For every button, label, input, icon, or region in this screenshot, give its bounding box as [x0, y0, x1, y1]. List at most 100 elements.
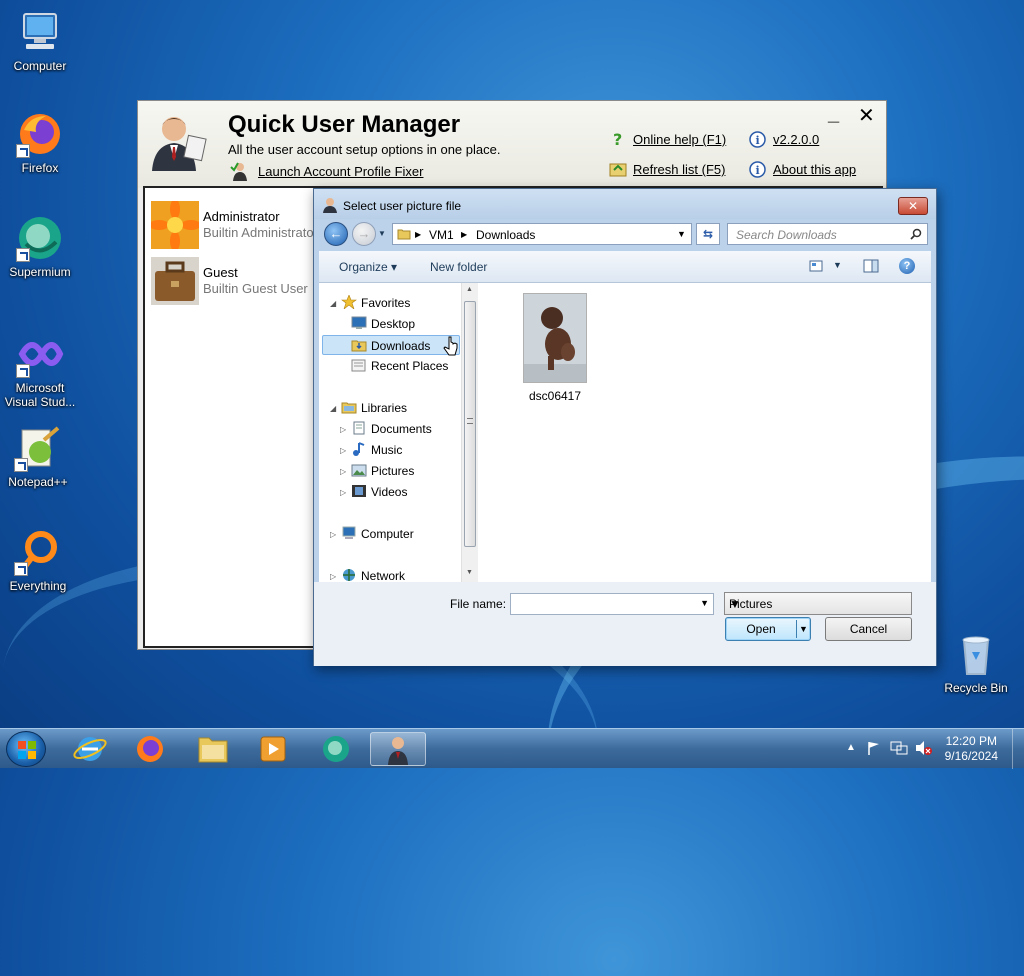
- user-manager-icon: [388, 737, 408, 765]
- volume-muted-icon[interactable]: [914, 740, 932, 756]
- info-icon: i: [749, 131, 766, 148]
- desktop-icon-firefox[interactable]: Firefox: [2, 110, 78, 175]
- dialog-app-icon: [322, 197, 338, 213]
- taskbar: ▲ 12:20 PM 9/16/2024: [0, 728, 1024, 769]
- minimize-button[interactable]: _: [828, 103, 839, 126]
- collapse-triangle-icon[interactable]: ▷: [330, 572, 336, 581]
- online-help-link[interactable]: Online help (F1): [633, 132, 726, 147]
- taskbar-media-player[interactable]: [245, 732, 301, 766]
- back-button[interactable]: ←: [324, 222, 348, 246]
- desktop-icon-everything[interactable]: Everything: [0, 528, 76, 593]
- nav-pictures[interactable]: Pictures: [351, 461, 414, 481]
- user-item-administrator[interactable]: Administrator Builtin Administrator: [149, 199, 321, 251]
- desktop-icon-recycle-bin[interactable]: Recycle Bin: [938, 630, 1014, 695]
- user-item-guest[interactable]: Guest Builtin Guest User: [151, 257, 321, 307]
- nav-recent-places[interactable]: Recent Places: [351, 356, 448, 376]
- folder-icon: [198, 737, 228, 763]
- nav-favorites[interactable]: Favorites: [341, 293, 410, 313]
- expand-triangle-icon[interactable]: ◢: [330, 299, 336, 308]
- cancel-button[interactable]: Cancel: [825, 617, 912, 641]
- desktop-icon-computer[interactable]: Computer: [2, 8, 78, 73]
- user-manager-logo-icon: [146, 111, 208, 173]
- everything-search-icon: [14, 528, 62, 576]
- user-name: Administrator: [203, 209, 280, 224]
- collapse-triangle-icon[interactable]: ▷: [340, 488, 346, 497]
- svg-text:?: ?: [613, 131, 622, 147]
- refresh-list-link[interactable]: Refresh list (F5): [633, 162, 725, 177]
- taskbar-file-explorer[interactable]: [185, 732, 241, 766]
- forward-button[interactable]: →: [352, 222, 376, 246]
- expand-triangle-icon[interactable]: ◢: [330, 404, 336, 413]
- history-dropdown-icon[interactable]: ▼: [378, 229, 386, 238]
- nav-videos[interactable]: Videos: [351, 482, 407, 502]
- scrollbar-thumb[interactable]: [464, 301, 476, 547]
- firefox-icon: [137, 736, 163, 762]
- file-type-select[interactable]: Pictures ▼: [724, 592, 912, 615]
- svg-text:i: i: [756, 134, 760, 147]
- windows-logo-icon: [18, 741, 36, 759]
- file-name-input[interactable]: ▼: [510, 593, 714, 615]
- close-button[interactable]: ✕: [858, 103, 875, 128]
- file-name-label: File name:: [450, 597, 507, 611]
- dialog-close-button[interactable]: ✕: [898, 197, 928, 215]
- app-title: Quick User Manager: [228, 111, 461, 138]
- nav-libraries[interactable]: Libraries: [341, 398, 407, 418]
- about-app-link[interactable]: About this app: [773, 162, 856, 177]
- search-input[interactable]: Search Downloads: [727, 223, 928, 245]
- nav-music[interactable]: Music: [351, 440, 402, 460]
- collapse-triangle-icon[interactable]: ▷: [340, 446, 346, 455]
- breadcrumb-separator-icon: ▶: [461, 230, 468, 239]
- shortcut-arrow-icon: [16, 144, 30, 158]
- collapse-triangle-icon[interactable]: ▷: [340, 425, 346, 434]
- organize-button[interactable]: Organize ▾: [339, 260, 397, 274]
- desktop-icon-supermium[interactable]: Supermium: [2, 214, 78, 279]
- dialog-toolbar: Organize ▾ New folder ▼ ?: [319, 251, 931, 283]
- taskbar-supermium[interactable]: [308, 732, 364, 766]
- breadcrumb-vm1[interactable]: VM1: [429, 228, 454, 242]
- help-icon[interactable]: ?: [899, 258, 915, 274]
- visual-studio-icon: [16, 330, 64, 378]
- start-button[interactable]: [6, 731, 46, 767]
- nav-documents[interactable]: Documents: [351, 419, 432, 439]
- address-dropdown-icon[interactable]: ▼: [677, 229, 686, 239]
- view-options-icon[interactable]: [809, 260, 823, 272]
- shortcut-arrow-icon: [14, 458, 28, 472]
- open-button[interactable]: Open ▼: [725, 617, 811, 641]
- collapse-triangle-icon[interactable]: ▷: [330, 530, 336, 539]
- refresh-icon[interactable]: ⇆: [696, 223, 720, 245]
- collapse-triangle-icon[interactable]: ▷: [340, 467, 346, 476]
- dialog-panes: ◢ Favorites Desktop Downloads Recent Pla…: [319, 283, 931, 583]
- file-name-label: dsc06417: [528, 389, 582, 403]
- svg-text:i: i: [756, 164, 760, 177]
- preview-pane-icon[interactable]: [863, 259, 879, 273]
- file-item[interactable]: dsc06417: [513, 293, 597, 403]
- nav-scrollbar[interactable]: ▲ ▼: [461, 283, 478, 582]
- file-name-dropdown-icon[interactable]: ▼: [700, 598, 709, 608]
- documents-icon: [351, 421, 367, 435]
- taskbar-quick-user-manager[interactable]: [370, 732, 426, 766]
- taskbar-firefox[interactable]: [122, 732, 178, 766]
- new-folder-button[interactable]: New folder: [430, 260, 487, 274]
- scroll-down-icon[interactable]: ▼: [466, 569, 473, 576]
- nav-computer[interactable]: Computer: [341, 524, 414, 544]
- nav-downloads-selected[interactable]: Downloads: [322, 335, 460, 355]
- address-bar[interactable]: ▶ VM1 ▶ Downloads ▼: [392, 223, 692, 245]
- show-desktop-button[interactable]: [1012, 729, 1024, 769]
- desktop-icon-visual-studio[interactable]: Microsoft Visual Stud...: [0, 330, 80, 409]
- version-link[interactable]: v2.2.0.0: [773, 132, 819, 147]
- scroll-up-icon[interactable]: ▲: [466, 286, 473, 293]
- taskbar-internet-explorer[interactable]: [62, 732, 118, 766]
- launch-profile-fixer-link[interactable]: Launch Account Profile Fixer: [258, 164, 423, 179]
- system-clock[interactable]: 12:20 PM 9/16/2024: [945, 734, 998, 764]
- view-dropdown-icon[interactable]: ▼: [833, 260, 842, 270]
- desktop-icon-label: Everything: [9, 579, 67, 593]
- computer-icon: [341, 526, 357, 540]
- breadcrumb-downloads[interactable]: Downloads: [476, 228, 535, 242]
- nav-desktop[interactable]: Desktop: [351, 314, 415, 334]
- desktop-icon-label: Supermium: [9, 265, 71, 279]
- network-status-icon[interactable]: [890, 740, 908, 756]
- action-center-flag-icon[interactable]: [866, 740, 882, 756]
- open-dropdown-icon[interactable]: ▼: [799, 618, 808, 640]
- show-hidden-icons-icon[interactable]: ▲: [846, 742, 856, 753]
- desktop-icon-notepadpp[interactable]: Notepad++: [0, 424, 76, 489]
